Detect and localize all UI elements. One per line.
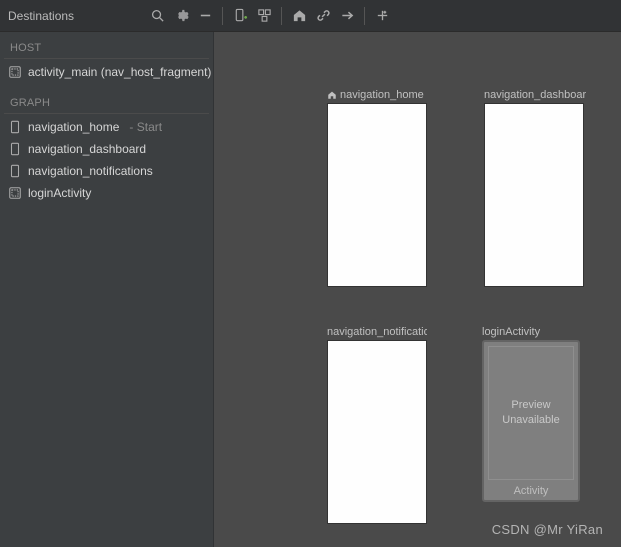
- toolbar-separator: [222, 7, 223, 25]
- nest-graph-icon[interactable]: [253, 5, 275, 27]
- node-label: navigation_notificatio...: [327, 326, 427, 338]
- preview-unavailable-line2: Unavailable: [502, 414, 559, 426]
- node-navigation-notifications[interactable]: navigation_notificatio...: [327, 326, 429, 524]
- graph-item-label: navigation_dashboard: [28, 142, 146, 156]
- fragment-icon: [8, 164, 22, 178]
- preview-unavailable-line1: Preview: [511, 399, 550, 411]
- node-label: navigation_dashboard: [484, 89, 586, 101]
- node-activity-preview: Preview Unavailable Activity: [482, 340, 580, 502]
- node-preview: [327, 340, 427, 524]
- fragment-icon: [8, 142, 22, 156]
- panel-title: Destinations: [6, 9, 74, 23]
- graph-item-navigation-home[interactable]: navigation_home - Start: [0, 116, 213, 138]
- graph-item-navigation-dashboard[interactable]: navigation_dashboard: [0, 138, 213, 160]
- graph-item-label: loginActivity: [28, 186, 91, 200]
- host-row[interactable]: activity_main (nav_host_fragment): [0, 61, 213, 83]
- add-destination-icon[interactable]: [229, 5, 251, 27]
- minus-icon[interactable]: [194, 5, 216, 27]
- graph-item-suffix: - Start: [129, 120, 162, 134]
- node-label: loginActivity: [482, 326, 540, 338]
- destinations-sidebar: HOST activity_main (nav_host_fragment) G…: [0, 32, 214, 547]
- node-label: navigation_home: [340, 89, 424, 101]
- nav-editor-canvas[interactable]: navigation_home navigation_dashboard nav…: [214, 32, 621, 547]
- host-label: activity_main (nav_host_fragment): [28, 65, 211, 79]
- graph-item-label: navigation_notifications: [28, 164, 153, 178]
- node-navigation-dashboard[interactable]: navigation_dashboard: [484, 89, 586, 287]
- node-preview: [327, 103, 427, 287]
- fragment-icon: [8, 120, 22, 134]
- node-login-activity[interactable]: loginActivity Preview Unavailable Activi…: [482, 326, 584, 502]
- graph-item-label: navigation_home: [28, 120, 119, 134]
- link-icon[interactable]: [312, 5, 334, 27]
- node-navigation-home[interactable]: navigation_home: [327, 89, 429, 287]
- gear-icon[interactable]: [170, 5, 192, 27]
- toolbar-separator: [364, 7, 365, 25]
- host-section-header: HOST: [4, 36, 209, 59]
- watermark: CSDN @Mr YiRan: [492, 522, 603, 537]
- node-preview: [484, 103, 584, 287]
- graph-section-header: GRAPH: [4, 91, 209, 114]
- graph-item-navigation-notifications[interactable]: navigation_notifications: [0, 160, 213, 182]
- activity-tag: Activity: [484, 485, 578, 497]
- search-icon[interactable]: [146, 5, 168, 27]
- home-icon[interactable]: [288, 5, 310, 27]
- arrow-right-icon[interactable]: [336, 5, 358, 27]
- activity-icon: [8, 65, 22, 79]
- home-icon: [327, 90, 337, 100]
- activity-icon: [8, 186, 22, 200]
- auto-arrange-icon[interactable]: [371, 5, 393, 27]
- graph-item-login-activity[interactable]: loginActivity: [0, 182, 213, 204]
- toolbar-separator: [281, 7, 282, 25]
